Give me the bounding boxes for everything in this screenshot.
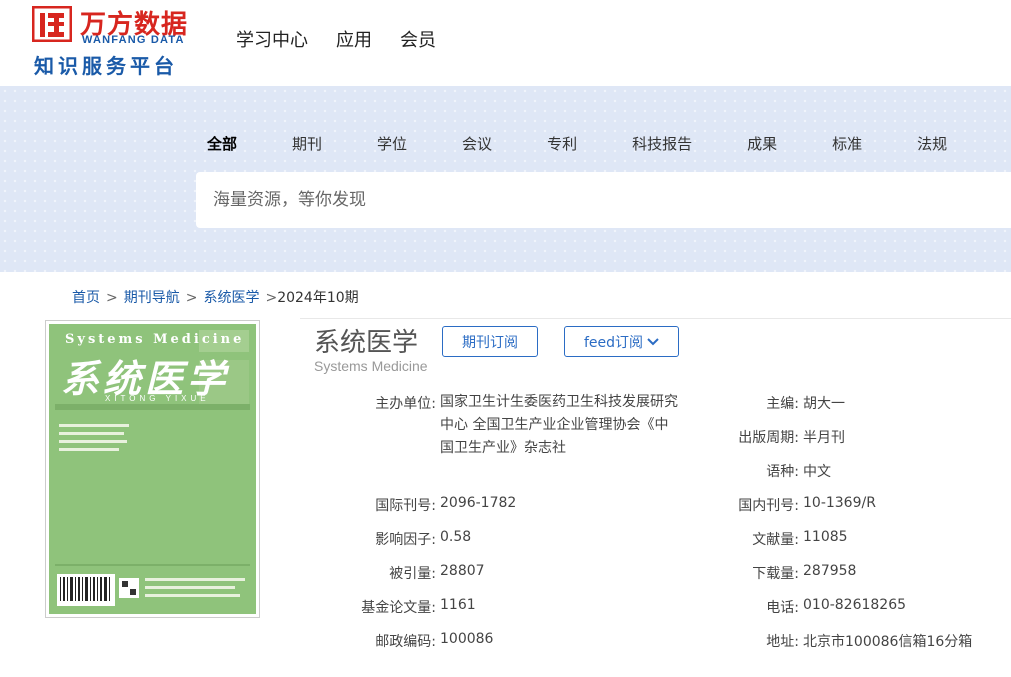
editor-value: 胡大一 xyxy=(803,396,845,412)
tab-achievements[interactable]: 成果 xyxy=(747,133,777,154)
nav-apps[interactable]: 应用 xyxy=(336,26,372,52)
downloads-value: 287958 xyxy=(803,563,857,579)
site-header: 万方数据 WANFANG DATA 知识服务平台 学习中心 应用 会员 xyxy=(0,0,1011,86)
cn-label: 国内刊号: xyxy=(738,498,799,514)
cycle-label: 出版周期: xyxy=(738,430,799,446)
nav-learning-center[interactable]: 学习中心 xyxy=(236,26,308,52)
address-value: 北京市100086信箱16分箱 xyxy=(803,634,973,650)
nav-membership[interactable]: 会员 xyxy=(400,26,436,52)
tab-regulations[interactable]: 法规 xyxy=(917,133,947,154)
issn-label: 国际刊号: xyxy=(375,498,436,514)
citations-label: 被引量: xyxy=(389,566,436,582)
journal-subscribe-label: 期刊订阅 xyxy=(462,334,518,351)
search-banner: 全部 期刊 学位 会议 专利 科技报告 成果 标准 法规 xyxy=(0,86,1011,272)
journal-subscribe-button[interactable]: 期刊订阅 xyxy=(442,326,538,357)
journal-title-en: Systems Medicine xyxy=(314,358,428,374)
tab-patents[interactable]: 专利 xyxy=(547,133,577,154)
language-label: 语种: xyxy=(766,464,799,480)
tab-standards[interactable]: 标准 xyxy=(832,133,862,154)
cycle-value: 半月刊 xyxy=(803,430,845,446)
zip-label: 邮政编码: xyxy=(375,634,436,650)
phone-value: 010-82618265 xyxy=(803,597,907,613)
tab-degrees[interactable]: 学位 xyxy=(377,133,407,154)
fund-papers-label: 基金论文量: xyxy=(361,600,436,616)
breadcrumb-issue: 2024年10期 xyxy=(277,290,359,306)
impact-factor-value: 0.58 xyxy=(440,529,472,545)
journal-title: 系统医学 xyxy=(314,328,419,358)
breadcrumb-separator: > xyxy=(185,290,198,306)
tab-tech-reports[interactable]: 科技报告 xyxy=(632,133,692,154)
address-label: 地址: xyxy=(766,634,799,650)
documents-value: 11085 xyxy=(803,529,848,545)
feed-subscribe-button[interactable]: feed订阅 xyxy=(564,326,679,357)
section-divider xyxy=(300,318,1011,319)
wanfang-logo[interactable]: 万方数据 WANFANG DATA 知识服务平台 xyxy=(32,4,202,78)
feed-subscribe-label: feed订阅 xyxy=(583,334,644,351)
downloads-label: 下载量: xyxy=(752,566,799,582)
breadcrumb-journal[interactable]: 系统医学 xyxy=(203,290,259,306)
citations-value: 28807 xyxy=(440,563,485,579)
chevron-down-icon xyxy=(647,337,659,345)
tab-journals[interactable]: 期刊 xyxy=(292,133,322,154)
zip-value: 100086 xyxy=(440,631,494,647)
top-nav: 学习中心 应用 会员 xyxy=(236,26,436,52)
breadcrumb-home[interactable]: 首页 xyxy=(72,290,100,306)
breadcrumb-separator: > xyxy=(265,290,278,306)
documents-label: 文献量: xyxy=(752,532,799,548)
search-box xyxy=(196,172,1011,228)
sponsor-label: 主办单位: xyxy=(375,396,436,412)
phone-label: 电话: xyxy=(766,600,799,616)
logo-en-text: WANFANG DATA xyxy=(82,34,185,46)
cover-pinyin: XITONG YIXUE xyxy=(105,394,210,403)
tab-all[interactable]: 全部 xyxy=(207,133,237,154)
breadcrumb-separator: > xyxy=(106,290,118,306)
logo-subtitle: 知识服务平台 xyxy=(34,54,178,78)
cover-title-en: Systems Medicine xyxy=(65,332,245,347)
cover-image: Systems Medicine 系统医学 XITONG YIXUE xyxy=(49,324,256,614)
editor-label: 主编: xyxy=(766,396,799,412)
resource-category-tabs: 全部 期刊 学位 会议 专利 科技报告 成果 标准 法规 xyxy=(207,133,1002,154)
search-input[interactable] xyxy=(196,172,1011,228)
issn-value: 2096-1782 xyxy=(440,495,517,511)
fund-papers-value: 1161 xyxy=(440,597,476,613)
language-value: 中文 xyxy=(803,464,831,480)
tab-conferences[interactable]: 会议 xyxy=(462,133,492,154)
sponsor-value: 国家卫生计生委医药卫生科技发展研究中心 全国卫生产业企业管理协会《中国卫生产业》… xyxy=(440,394,678,456)
wanfang-logo-mark-icon xyxy=(32,6,72,42)
cn-value: 10-1369/R xyxy=(803,495,876,511)
breadcrumb: 首页 > 期刊导航 > 系统医学 >2024年10期 xyxy=(72,287,359,307)
impact-factor-label: 影响因子: xyxy=(375,532,436,548)
journal-cover[interactable]: Systems Medicine 系统医学 XITONG YIXUE xyxy=(45,320,260,618)
breadcrumb-journal-nav[interactable]: 期刊导航 xyxy=(124,290,180,306)
